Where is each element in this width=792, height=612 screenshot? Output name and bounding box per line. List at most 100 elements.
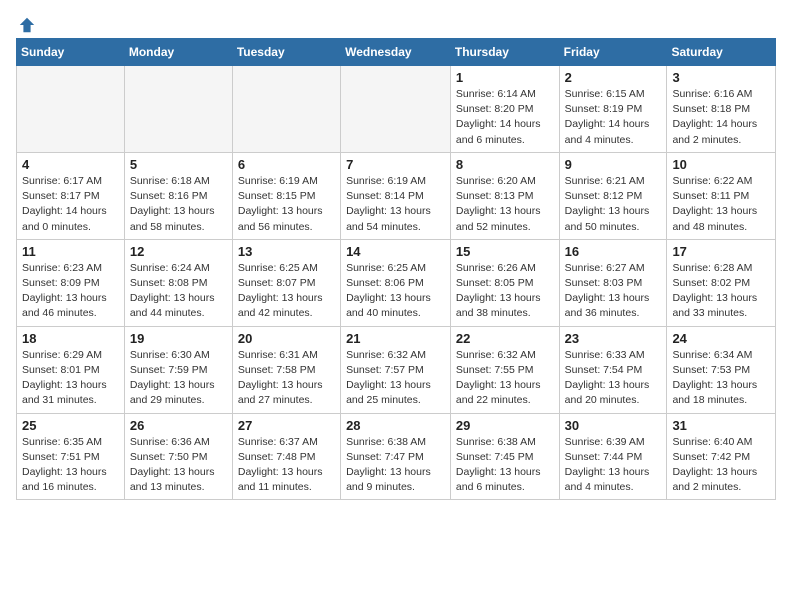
day-number: 17 <box>672 244 770 259</box>
day-info: Sunrise: 6:23 AMSunset: 8:09 PMDaylight:… <box>22 261 119 322</box>
day-info: Sunrise: 6:37 AMSunset: 7:48 PMDaylight:… <box>238 435 335 496</box>
day-number: 3 <box>672 70 770 85</box>
day-number: 6 <box>238 157 335 172</box>
day-number: 7 <box>346 157 445 172</box>
day-number: 29 <box>456 418 554 433</box>
calendar-cell: 9Sunrise: 6:21 AMSunset: 8:12 PMDaylight… <box>559 152 667 239</box>
calendar-cell: 27 Sunrise: 6:37 AMSunset: 7:48 PMDayligh… <box>232 413 340 500</box>
calendar-cell: 21 Sunrise: 6:32 AMSunset: 7:57 PMDayligh… <box>341 326 451 413</box>
calendar-cell: 22 Sunrise: 6:32 AMSunset: 7:55 PMDayligh… <box>450 326 559 413</box>
week-row: 11 Sunrise: 6:23 AMSunset: 8:09 PMDayligh… <box>17 239 776 326</box>
calendar-cell <box>232 66 340 153</box>
week-row: 4 Sunrise: 6:17 AMSunset: 8:17 PMDaylight… <box>17 152 776 239</box>
day-number: 2 <box>565 70 662 85</box>
day-info: Sunrise: 6:14 AMSunset: 8:20 PMDaylight:… <box>456 87 554 148</box>
day-number: 23 <box>565 331 662 346</box>
calendar-cell: 6 Sunrise: 6:19 AMSunset: 8:15 PMDaylight… <box>232 152 340 239</box>
logo <box>16 16 36 30</box>
calendar-cell: 19 Sunrise: 6:30 AMSunset: 7:59 PMDayligh… <box>124 326 232 413</box>
calendar-cell: 24Sunrise: 6:34 AMSunset: 7:53 PMDayligh… <box>667 326 776 413</box>
day-info: Sunrise: 6:16 AMSunset: 8:18 PMDaylight:… <box>672 87 770 148</box>
day-info: Sunrise: 6:28 AMSunset: 8:02 PMDaylight:… <box>672 261 770 322</box>
day-number: 26 <box>130 418 227 433</box>
day-number: 14 <box>346 244 445 259</box>
day-info: Sunrise: 6:36 AMSunset: 7:50 PMDaylight:… <box>130 435 227 496</box>
calendar-cell: 20 Sunrise: 6:31 AMSunset: 7:58 PMDayligh… <box>232 326 340 413</box>
calendar-cell: 8 Sunrise: 6:20 AMSunset: 8:13 PMDaylight… <box>450 152 559 239</box>
day-info: Sunrise: 6:38 AMSunset: 7:45 PMDaylight:… <box>456 435 554 496</box>
calendar-cell <box>124 66 232 153</box>
calendar-cell: 10 Sunrise: 6:22 AMSunset: 8:11 PMDayligh… <box>667 152 776 239</box>
day-info: Sunrise: 6:39 AMSunset: 7:44 PMDaylight:… <box>565 435 662 496</box>
day-number: 18 <box>22 331 119 346</box>
day-number: 13 <box>238 244 335 259</box>
week-row: 25 Sunrise: 6:35 AMSunset: 7:51 PMDayligh… <box>17 413 776 500</box>
calendar-cell: 11 Sunrise: 6:23 AMSunset: 8:09 PMDayligh… <box>17 239 125 326</box>
day-info: Sunrise: 6:35 AMSunset: 7:51 PMDaylight:… <box>22 435 119 496</box>
day-info: Sunrise: 6:30 AMSunset: 7:59 PMDaylight:… <box>130 348 227 409</box>
day-info: Sunrise: 6:22 AMSunset: 8:11 PMDaylight:… <box>672 174 770 235</box>
day-number: 19 <box>130 331 227 346</box>
logo-icon <box>18 16 36 34</box>
calendar-cell: 1 Sunrise: 6:14 AMSunset: 8:20 PMDaylight… <box>450 66 559 153</box>
day-number: 22 <box>456 331 554 346</box>
day-info: Sunrise: 6:29 AMSunset: 8:01 PMDaylight:… <box>22 348 119 409</box>
calendar-cell: 3 Sunrise: 6:16 AMSunset: 8:18 PMDaylight… <box>667 66 776 153</box>
day-of-week-header: Monday <box>124 39 232 66</box>
day-of-week-header: Wednesday <box>341 39 451 66</box>
day-of-week-header: Friday <box>559 39 667 66</box>
page-header <box>16 16 776 30</box>
calendar-cell: 29 Sunrise: 6:38 AMSunset: 7:45 PMDayligh… <box>450 413 559 500</box>
day-number: 28 <box>346 418 445 433</box>
day-info: Sunrise: 6:25 AMSunset: 8:06 PMDaylight:… <box>346 261 445 322</box>
day-number: 12 <box>130 244 227 259</box>
day-number: 8 <box>456 157 554 172</box>
day-number: 27 <box>238 418 335 433</box>
day-of-week-header: Saturday <box>667 39 776 66</box>
day-info: Sunrise: 6:32 AMSunset: 7:57 PMDaylight:… <box>346 348 445 409</box>
calendar-cell: 31Sunrise: 6:40 AMSunset: 7:42 PMDayligh… <box>667 413 776 500</box>
day-number: 20 <box>238 331 335 346</box>
days-of-week-row: SundayMondayTuesdayWednesdayThursdayFrid… <box>17 39 776 66</box>
day-info: Sunrise: 6:17 AMSunset: 8:17 PMDaylight:… <box>22 174 119 235</box>
day-number: 11 <box>22 244 119 259</box>
day-number: 4 <box>22 157 119 172</box>
calendar-cell: 25 Sunrise: 6:35 AMSunset: 7:51 PMDayligh… <box>17 413 125 500</box>
calendar-cell: 12 Sunrise: 6:24 AMSunset: 8:08 PMDayligh… <box>124 239 232 326</box>
day-number: 9 <box>565 157 662 172</box>
day-number: 21 <box>346 331 445 346</box>
day-info: Sunrise: 6:20 AMSunset: 8:13 PMDaylight:… <box>456 174 554 235</box>
day-number: 10 <box>672 157 770 172</box>
calendar-cell <box>17 66 125 153</box>
day-info: Sunrise: 6:19 AMSunset: 8:15 PMDaylight:… <box>238 174 335 235</box>
day-info: Sunrise: 6:31 AMSunset: 7:58 PMDaylight:… <box>238 348 335 409</box>
day-info: Sunrise: 6:15 AMSunset: 8:19 PMDaylight:… <box>565 87 662 148</box>
day-number: 5 <box>130 157 227 172</box>
day-number: 1 <box>456 70 554 85</box>
calendar-table: SundayMondayTuesdayWednesdayThursdayFrid… <box>16 38 776 500</box>
day-info: Sunrise: 6:33 AMSunset: 7:54 PMDaylight:… <box>565 348 662 409</box>
day-of-week-header: Tuesday <box>232 39 340 66</box>
week-row: 18 Sunrise: 6:29 AMSunset: 8:01 PMDayligh… <box>17 326 776 413</box>
week-row: 1 Sunrise: 6:14 AMSunset: 8:20 PMDaylight… <box>17 66 776 153</box>
calendar-cell: 14 Sunrise: 6:25 AMSunset: 8:06 PMDayligh… <box>341 239 451 326</box>
day-number: 30 <box>565 418 662 433</box>
day-info: Sunrise: 6:19 AMSunset: 8:14 PMDaylight:… <box>346 174 445 235</box>
day-number: 25 <box>22 418 119 433</box>
calendar-cell: 15Sunrise: 6:26 AMSunset: 8:05 PMDayligh… <box>450 239 559 326</box>
day-info: Sunrise: 6:24 AMSunset: 8:08 PMDaylight:… <box>130 261 227 322</box>
day-info: Sunrise: 6:27 AMSunset: 8:03 PMDaylight:… <box>565 261 662 322</box>
calendar-cell <box>341 66 451 153</box>
day-info: Sunrise: 6:32 AMSunset: 7:55 PMDaylight:… <box>456 348 554 409</box>
day-info: Sunrise: 6:18 AMSunset: 8:16 PMDaylight:… <box>130 174 227 235</box>
calendar-cell: 16 Sunrise: 6:27 AMSunset: 8:03 PMDayligh… <box>559 239 667 326</box>
day-info: Sunrise: 6:26 AMSunset: 8:05 PMDaylight:… <box>456 261 554 322</box>
calendar-cell: 7 Sunrise: 6:19 AMSunset: 8:14 PMDaylight… <box>341 152 451 239</box>
day-number: 24 <box>672 331 770 346</box>
day-info: Sunrise: 6:40 AMSunset: 7:42 PMDaylight:… <box>672 435 770 496</box>
calendar-cell: 30 Sunrise: 6:39 AMSunset: 7:44 PMDayligh… <box>559 413 667 500</box>
calendar-cell: 26 Sunrise: 6:36 AMSunset: 7:50 PMDayligh… <box>124 413 232 500</box>
day-number: 16 <box>565 244 662 259</box>
calendar-cell: 17 Sunrise: 6:28 AMSunset: 8:02 PMDayligh… <box>667 239 776 326</box>
day-info: Sunrise: 6:25 AMSunset: 8:07 PMDaylight:… <box>238 261 335 322</box>
